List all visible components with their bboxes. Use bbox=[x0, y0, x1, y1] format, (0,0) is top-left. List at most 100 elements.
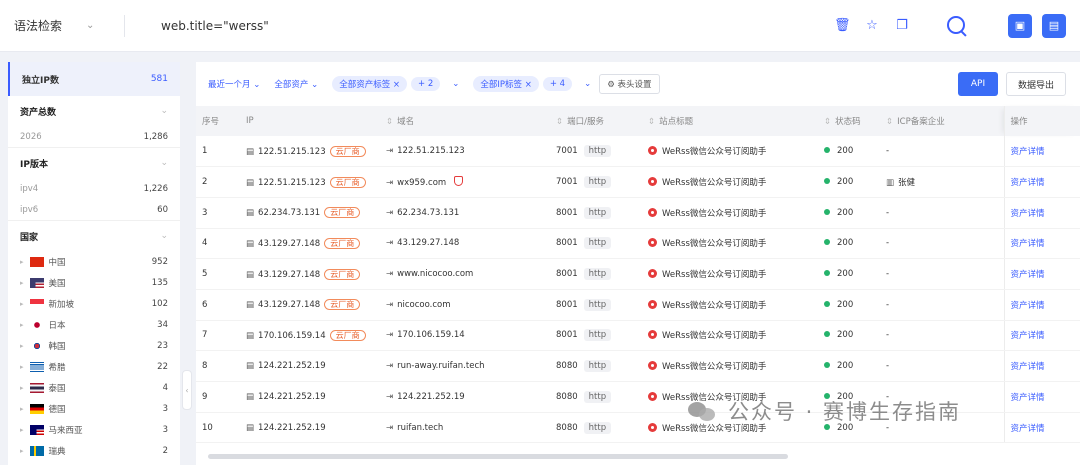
search-input[interactable]: web.title="werss" bbox=[161, 19, 834, 33]
domain-link[interactable]: wx959.com bbox=[397, 178, 446, 188]
syntax-mode-select[interactable]: 语法检索 ⌄ bbox=[0, 17, 124, 34]
ip-link[interactable]: 122.51.215.123 bbox=[258, 178, 326, 188]
copy-icon[interactable]: ▤ bbox=[246, 423, 254, 433]
domain-link[interactable]: 170.106.159.14 bbox=[397, 330, 465, 340]
country-item[interactable]: ▸ 韩国 23 bbox=[20, 335, 168, 356]
close-icon[interactable]: × bbox=[525, 80, 532, 90]
copy-icon[interactable]: ▤ bbox=[246, 147, 254, 157]
api-button[interactable]: API bbox=[958, 72, 998, 96]
stat-row[interactable]: 2026 1,286 bbox=[20, 126, 168, 147]
copy-icon[interactable]: ▤ bbox=[246, 239, 254, 249]
stat-row[interactable]: ipv4 1,226 bbox=[20, 178, 168, 199]
copy-icon[interactable]: ❐ bbox=[894, 18, 910, 33]
copy-icon[interactable]: ▤ bbox=[246, 361, 254, 371]
stat-row[interactable]: ipv6 60 bbox=[20, 199, 168, 220]
ip-tag-chip[interactable]: 全部IP标签 × bbox=[473, 76, 539, 92]
expand-icon[interactable]: ▸ bbox=[20, 426, 24, 434]
external-link-icon[interactable]: ⇥ bbox=[386, 300, 393, 310]
asset-tag-chip[interactable]: 全部资产标签 × bbox=[332, 76, 408, 92]
external-link-icon[interactable]: ⇥ bbox=[386, 330, 393, 340]
asset-detail-link[interactable]: 资产详情 bbox=[1011, 239, 1045, 249]
country-item[interactable]: ▸ 日本 34 bbox=[20, 314, 168, 335]
domain-link[interactable]: 43.129.27.148 bbox=[397, 238, 459, 248]
asset-tag-more[interactable]: + 2 bbox=[411, 77, 441, 91]
external-link-icon[interactable]: ⇥ bbox=[386, 238, 393, 248]
ip-link[interactable]: 62.234.73.131 bbox=[258, 208, 320, 218]
domain-link[interactable]: 124.221.252.19 bbox=[397, 392, 465, 402]
external-link-icon[interactable]: ⇥ bbox=[386, 269, 393, 279]
country-item[interactable]: ▸ 泰国 4 bbox=[20, 377, 168, 398]
country-item[interactable]: ▸ 马来西亚 3 bbox=[20, 419, 168, 440]
col-header-ip[interactable]: IP bbox=[240, 106, 380, 136]
asset-detail-link[interactable]: 资产详情 bbox=[1011, 393, 1045, 403]
copy-icon[interactable]: ▤ bbox=[246, 270, 254, 280]
country-item[interactable]: ▸ 中国 952 bbox=[20, 251, 168, 272]
asset-detail-link[interactable]: 资产详情 bbox=[1011, 147, 1045, 157]
ip-link[interactable]: 43.129.27.148 bbox=[258, 270, 320, 280]
country-item[interactable]: ▸ 新加坡 102 bbox=[20, 293, 168, 314]
domain-link[interactable]: run-away.ruifan.tech bbox=[397, 361, 484, 371]
ip-link[interactable]: 124.221.252.19 bbox=[258, 361, 326, 371]
country-item[interactable]: ▸ 德国 3 bbox=[20, 398, 168, 419]
domain-link[interactable]: www.nicocoo.com bbox=[397, 269, 473, 279]
search-icon[interactable] bbox=[946, 15, 968, 37]
col-header-title[interactable]: ⇕ 站点标题 bbox=[642, 106, 818, 136]
asset-detail-link[interactable]: 资产详情 bbox=[1011, 301, 1045, 311]
domain-link[interactable]: ruifan.tech bbox=[397, 423, 443, 433]
external-link-icon[interactable]: ⇥ bbox=[386, 392, 393, 402]
chevron-down-icon[interactable]: ⌄ bbox=[584, 79, 591, 89]
expand-icon[interactable]: ▸ bbox=[20, 363, 24, 371]
asset-detail-link[interactable]: 资产详情 bbox=[1011, 178, 1045, 188]
col-header-status[interactable]: ⇕ 状态码 bbox=[818, 106, 880, 136]
external-link-icon[interactable]: ⇥ bbox=[386, 178, 393, 188]
section-header[interactable]: IP版本 ⌄ bbox=[20, 148, 168, 178]
expand-icon[interactable]: ▸ bbox=[20, 321, 24, 329]
asset-filter[interactable]: 全部资产 ⌄ bbox=[274, 78, 318, 90]
domain-link[interactable]: 62.234.73.131 bbox=[397, 208, 459, 218]
asset-detail-link[interactable]: 资产详情 bbox=[1011, 331, 1045, 341]
domain-link[interactable]: 122.51.215.123 bbox=[397, 146, 465, 156]
ip-link[interactable]: 43.129.27.148 bbox=[258, 239, 320, 249]
horizontal-scrollbar[interactable] bbox=[208, 454, 788, 459]
expand-icon[interactable]: ▸ bbox=[20, 384, 24, 392]
country-item[interactable]: ▸ 瑞典 2 bbox=[20, 440, 168, 461]
expand-icon[interactable]: ▸ bbox=[20, 405, 24, 413]
asset-detail-link[interactable]: 资产详情 bbox=[1011, 362, 1045, 372]
country-item[interactable]: ▸ 希腊 22 bbox=[20, 356, 168, 377]
expand-icon[interactable]: ▸ bbox=[20, 279, 24, 287]
section-header[interactable]: 资产总数 ⌄ bbox=[20, 96, 168, 126]
expand-icon[interactable]: ▸ bbox=[20, 342, 24, 350]
col-header-domain[interactable]: ⇕ 域名 bbox=[380, 106, 550, 136]
copy-icon[interactable]: ▤ bbox=[246, 331, 254, 341]
external-link-icon[interactable]: ⇥ bbox=[386, 146, 393, 156]
domain-link[interactable]: nicocoo.com bbox=[397, 300, 450, 310]
copy-icon[interactable]: ▤ bbox=[246, 208, 254, 218]
ip-link[interactable]: 124.221.252.19 bbox=[258, 423, 326, 433]
copy-icon[interactable]: ▤ bbox=[246, 392, 254, 402]
document-icon[interactable]: ▤ bbox=[1042, 13, 1066, 38]
external-link-icon[interactable]: ⇥ bbox=[386, 208, 393, 218]
external-link-icon[interactable]: ⇥ bbox=[386, 361, 393, 371]
copy-icon[interactable]: ▤ bbox=[246, 178, 254, 188]
country-item[interactable]: ▸ 美国 135 bbox=[20, 272, 168, 293]
close-icon[interactable]: × bbox=[393, 80, 400, 90]
col-header-port[interactable]: ⇕ 端口/服务 bbox=[550, 106, 642, 136]
ip-link[interactable]: 43.129.27.148 bbox=[258, 300, 320, 310]
copy-icon[interactable]: ▤ bbox=[246, 300, 254, 310]
ip-link[interactable]: 124.221.252.19 bbox=[258, 392, 326, 402]
sidebar-item-unique-ip[interactable]: 独立IP数 581 bbox=[8, 62, 180, 96]
section-header[interactable]: 国家 ⌄ bbox=[20, 221, 168, 251]
chevron-down-icon[interactable]: ⌄ bbox=[452, 79, 459, 89]
collapse-sidebar-button[interactable]: ‹ bbox=[182, 370, 192, 410]
time-filter[interactable]: 最近一个月 ⌄ bbox=[208, 78, 260, 90]
column-settings-button[interactable]: ⚙ 表头设置 bbox=[599, 74, 660, 94]
ip-link[interactable]: 170.106.159.14 bbox=[258, 331, 326, 341]
expand-icon[interactable]: ▸ bbox=[20, 258, 24, 266]
star-icon[interactable]: ☆ bbox=[864, 18, 880, 33]
export-button[interactable]: 数据导出 bbox=[1006, 72, 1066, 96]
asset-detail-link[interactable]: 资产详情 bbox=[1011, 270, 1045, 280]
expand-icon[interactable]: ▸ bbox=[20, 447, 24, 455]
asset-detail-link[interactable]: 资产详情 bbox=[1011, 424, 1045, 434]
ip-link[interactable]: 122.51.215.123 bbox=[258, 147, 326, 157]
ip-tag-more[interactable]: + 4 bbox=[542, 77, 573, 91]
